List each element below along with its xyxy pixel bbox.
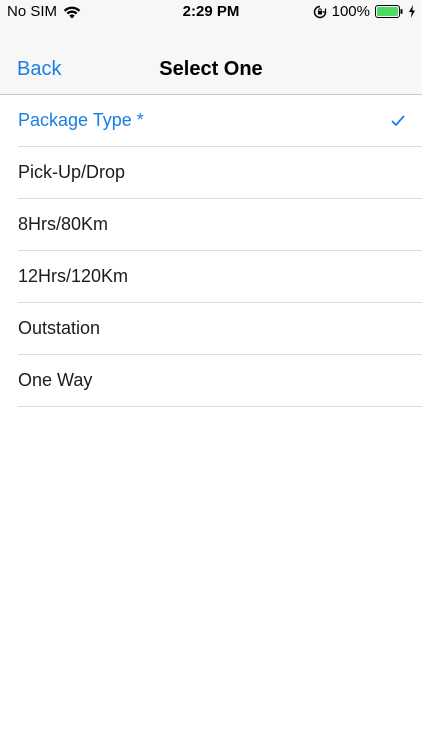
status-bar: No SIM 2:29 PM 100%	[0, 0, 422, 26]
option-row-package-type[interactable]: Package Type *	[18, 95, 422, 147]
battery-icon	[375, 5, 403, 18]
option-label: Package Type *	[18, 110, 144, 130]
navigation-bar: Back Select One	[0, 26, 422, 95]
charging-bolt-icon	[409, 5, 415, 18]
option-label: 8Hrs/80Km	[18, 214, 109, 234]
option-label: Pick-Up/Drop	[18, 162, 126, 182]
battery-percent: 100%	[331, 3, 370, 20]
option-label: Outstation	[18, 318, 101, 338]
option-row-one-way[interactable]: One Way	[18, 355, 422, 407]
rotation-lock-icon	[313, 5, 326, 18]
option-row-8hrs-80km[interactable]: 8Hrs/80Km	[18, 199, 422, 251]
option-label: One Way	[18, 370, 93, 390]
status-right-group: 100%	[313, 3, 416, 20]
option-row-pick-up-drop[interactable]: Pick-Up/Drop	[18, 147, 422, 199]
option-row-12hrs-120km[interactable]: 12Hrs/120Km	[18, 251, 422, 303]
checkmark-icon	[391, 115, 405, 126]
option-list: Package Type * Pick-Up/Drop 8Hrs/80Km 12…	[0, 95, 422, 407]
page-title: Select One	[159, 58, 263, 80]
option-row-outstation[interactable]: Outstation	[18, 303, 422, 355]
option-label: 12Hrs/120Km	[18, 266, 129, 286]
